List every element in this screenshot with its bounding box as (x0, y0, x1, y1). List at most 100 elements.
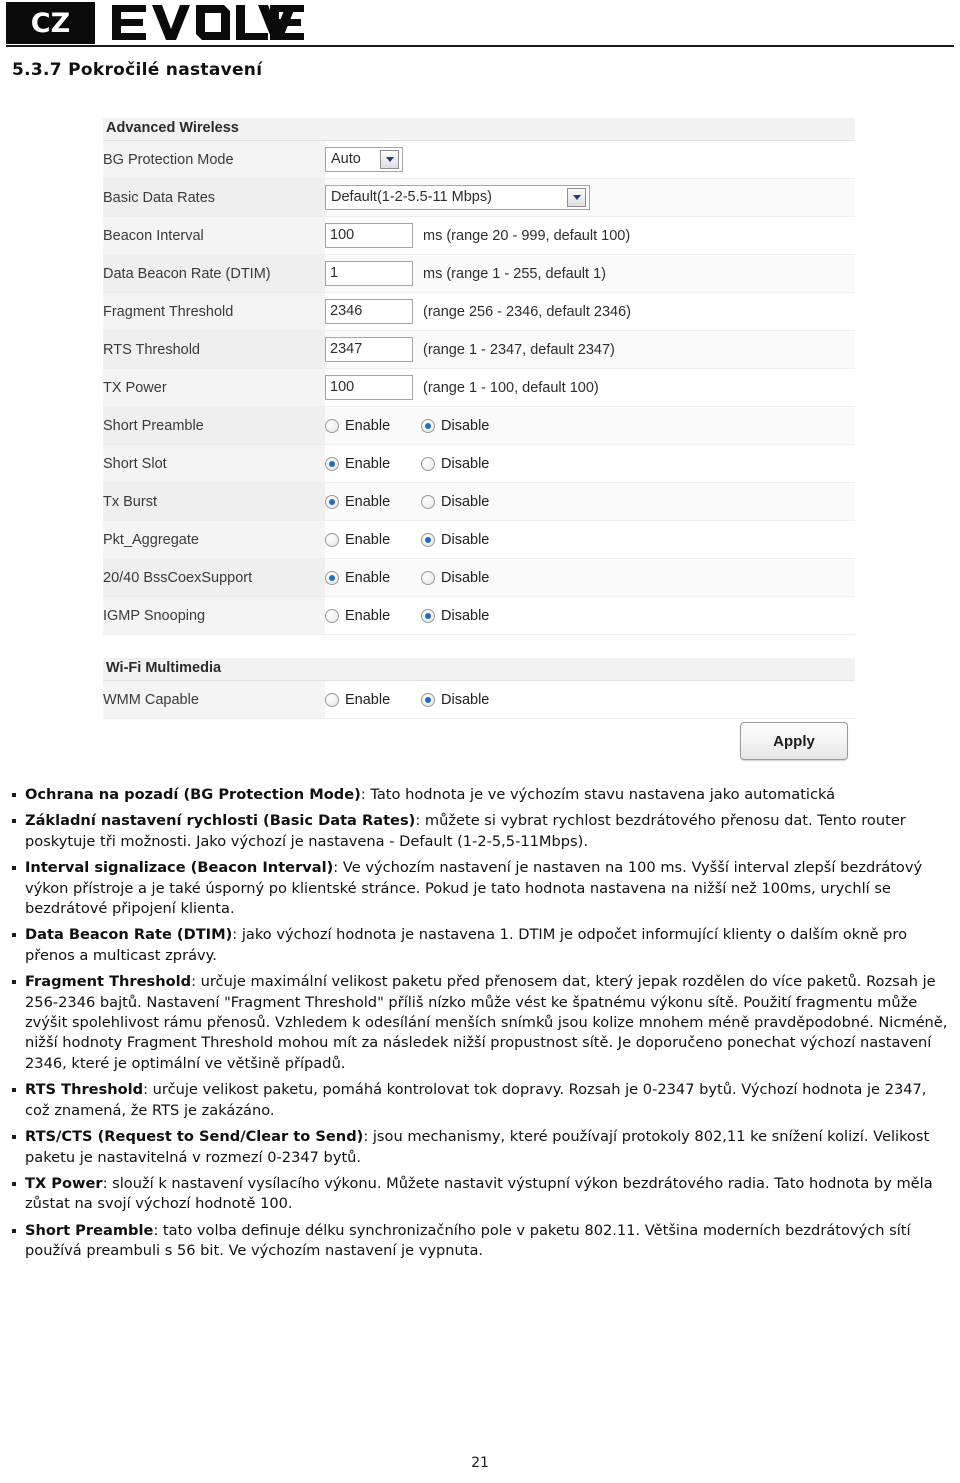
table-row: Data Beacon Rate (DTIM) 1 ms (range 1 - … (103, 254, 855, 293)
list-item-term: Interval signalizace (Beacon Interval) (25, 859, 334, 877)
list-item: Data Beacon Rate (DTIM): jako výchozí ho… (12, 925, 950, 966)
radio-enable-dot[interactable] (325, 418, 339, 433)
rts-threshold-input[interactable]: 2347 (325, 337, 413, 362)
radio-disable-dot[interactable] (421, 494, 435, 509)
radio-enable[interactable]: Enable (325, 692, 421, 708)
radio-disable-dot[interactable] (421, 692, 435, 707)
header-divider (6, 45, 954, 47)
radio-disable-label: Disable (441, 607, 490, 624)
radio-enable[interactable]: Enable (325, 570, 421, 586)
radio-disable[interactable]: Disable (421, 608, 517, 624)
list-item: RTS Threshold: určuje velikost paketu, p… (12, 1080, 950, 1121)
row-label: RTS Threshold (103, 330, 325, 369)
table-row: Short Slot Enable Disable (103, 444, 855, 483)
tx-burst-radio-group: Enable Disable (325, 494, 855, 510)
list-item: TX Power: slouží k nastavení vysílacího … (12, 1174, 950, 1215)
table-row: Tx Burst Enable Disable (103, 482, 855, 521)
radio-enable-dot[interactable] (325, 456, 339, 471)
list-item-term: RTS Threshold (25, 1081, 144, 1099)
radio-enable-dot[interactable] (325, 570, 339, 585)
radio-enable-label: Enable (345, 691, 391, 708)
list-item-body: : Tato hodnota je ve výchozím stavu nast… (360, 786, 836, 803)
row-label: Fragment Threshold (103, 292, 325, 331)
square-bullet-icon (12, 972, 25, 985)
bg-protection-mode-select[interactable]: Auto (325, 147, 403, 172)
table-row: BG Protection Mode Auto (103, 141, 855, 179)
bss-coex-support-radio-group: Enable Disable (325, 570, 855, 586)
radio-disable-label: Disable (441, 569, 490, 586)
advanced-wireless-rows: BG Protection Mode Auto Basic Data Rates (103, 141, 855, 635)
basic-data-rates-select[interactable]: Default(1-2-5.5-11 Mbps) (325, 185, 590, 210)
row-control: 100 ms (range 20 - 999, default 100) (325, 216, 855, 255)
row-control: Enable Disable (325, 596, 855, 635)
radio-enable-dot[interactable] (325, 494, 339, 509)
beacon-interval-input[interactable]: 100 (325, 223, 413, 248)
list-item: Základní nastavení rychlosti (Basic Data… (12, 811, 950, 852)
fragment-threshold-hint: (range 256 - 2346, default 2346) (423, 303, 631, 320)
radio-enable-dot[interactable] (325, 692, 339, 707)
radio-disable-dot[interactable] (421, 418, 435, 433)
country-code-text: CZ (30, 7, 71, 39)
square-bullet-icon (12, 1221, 25, 1233)
radio-disable[interactable]: Disable (421, 570, 517, 586)
square-bullet-icon (12, 1127, 25, 1140)
list-item-body: : určuje velikost paketu, pomáhá kontrol… (25, 1081, 927, 1119)
advanced-wireless-panel-title: Advanced Wireless (103, 118, 855, 141)
radio-enable-dot[interactable] (325, 608, 339, 623)
list-item: Ochrana na pozadí (BG Protection Mode): … (12, 785, 950, 805)
radio-disable-label: Disable (441, 493, 490, 510)
table-row: 20/40 BssCoexSupport Enable Disable (103, 558, 855, 597)
radio-enable-dot[interactable] (325, 532, 339, 547)
list-item-body: : tato volba definuje délku synchronizač… (25, 1221, 911, 1260)
row-label: Short Slot (103, 444, 325, 483)
wmm-capable-radio-group: Enable Disable (325, 692, 855, 708)
list-item-text: Interval signalizace (Beacon Interval): … (25, 858, 950, 919)
radio-disable-dot[interactable] (421, 456, 435, 471)
table-row: Short Preamble Enable Disable (103, 406, 855, 445)
radio-disable[interactable]: Disable (421, 532, 517, 548)
chevron-down-icon[interactable] (567, 188, 586, 207)
row-control: Enable Disable (325, 444, 855, 483)
radio-enable-label: Enable (345, 607, 391, 624)
radio-enable[interactable]: Enable (325, 418, 421, 434)
list-item: Interval signalizace (Beacon Interval): … (12, 858, 950, 919)
radio-disable[interactable]: Disable (421, 418, 517, 434)
radio-disable[interactable]: Disable (421, 456, 517, 472)
list-item-text: RTS/CTS (Request to Send/Clear to Send):… (25, 1127, 950, 1168)
tx-power-input[interactable]: 100 (325, 375, 413, 400)
radio-disable-dot[interactable] (421, 570, 435, 585)
dtim-input[interactable]: 1 (325, 261, 413, 286)
radio-enable[interactable]: Enable (325, 494, 421, 510)
list-item-text: TX Power: slouží k nastavení vysílacího … (25, 1174, 950, 1215)
row-control: Enable Disable (325, 520, 855, 559)
radio-enable[interactable]: Enable (325, 532, 421, 548)
square-bullet-icon (12, 1080, 25, 1093)
radio-disable[interactable]: Disable (421, 494, 517, 510)
radio-disable-dot[interactable] (421, 532, 435, 547)
rts-threshold-hint: (range 1 - 2347, default 2347) (423, 341, 615, 358)
row-control: Enable Disable (325, 681, 855, 719)
row-label: WMM Capable (103, 681, 325, 719)
radio-disable[interactable]: Disable (421, 692, 517, 708)
radio-disable-label: Disable (441, 417, 490, 434)
radio-enable[interactable]: Enable (325, 456, 421, 472)
table-row: RTS Threshold 2347 (range 1 - 2347, defa… (103, 330, 855, 369)
list-item-text: Ochrana na pozadí (BG Protection Mode): … (25, 785, 950, 805)
apply-button[interactable]: Apply (740, 722, 848, 760)
short-preamble-radio-group: Enable Disable (325, 418, 855, 434)
wifi-multimedia-section: Wi-Fi Multimedia WMM Capable Enable Disa… (103, 658, 855, 719)
radio-disable-dot[interactable] (421, 608, 435, 623)
wifi-multimedia-panel-title: Wi-Fi Multimedia (103, 658, 855, 681)
fragment-threshold-input[interactable]: 2346 (325, 299, 413, 324)
row-control: Enable Disable (325, 406, 855, 445)
radio-enable[interactable]: Enable (325, 608, 421, 624)
row-label: Tx Burst (103, 482, 325, 521)
row-label: Pkt_Aggregate (103, 520, 325, 559)
list-item-term: Short Preamble (25, 1221, 154, 1239)
chevron-down-icon[interactable] (380, 150, 399, 169)
row-label: IGMP Snooping (103, 596, 325, 635)
row-label: Data Beacon Rate (DTIM) (103, 254, 325, 293)
row-label: 20/40 BssCoexSupport (103, 558, 325, 597)
row-label: Beacon Interval (103, 216, 325, 255)
evolve-brand-logo (112, 3, 304, 43)
